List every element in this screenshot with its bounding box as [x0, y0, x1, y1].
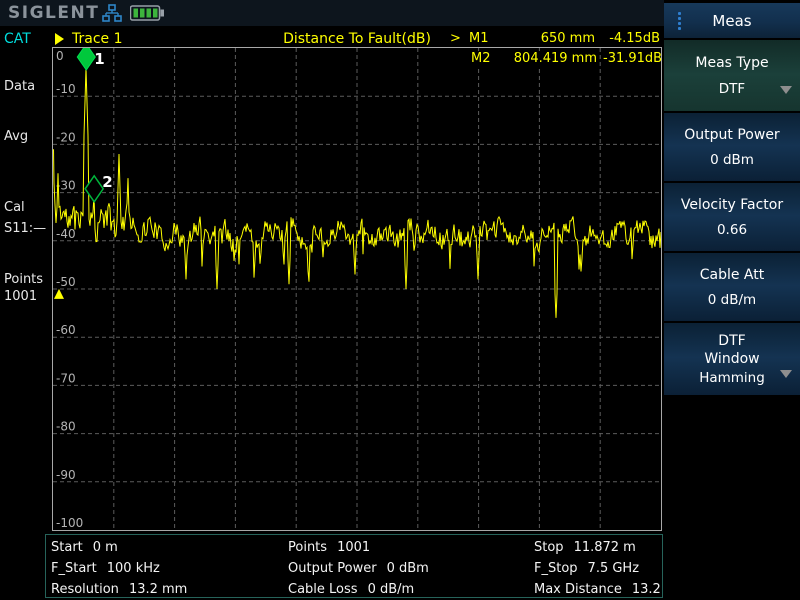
menu-item-velocity-factor[interactable]: Velocity Factor 0.66	[664, 183, 800, 251]
menu-title: Meas	[712, 12, 751, 30]
menu-item-meas-type[interactable]: Meas Type DTF	[664, 40, 800, 111]
svg-text:-90: -90	[56, 468, 76, 482]
marker1-distance: 650 mm	[510, 31, 595, 46]
menu-item-dtf-window[interactable]: DTF Window Hamming	[664, 323, 800, 395]
menu-item-cable-att[interactable]: Cable Att 0 dB/m	[664, 253, 800, 321]
status-cable-loss: Cable Loss0 dB/m	[288, 579, 429, 600]
svg-text:0: 0	[56, 49, 64, 63]
marker1-active-indicator: >	[450, 31, 461, 46]
status-max-distance: Max Distance13.2 m	[534, 579, 678, 600]
status-column-mid: Points1001 Output Power0 dBm Cable Loss0…	[288, 537, 429, 600]
dropdown-arrow-icon	[780, 86, 792, 94]
sweep-status-bar: Start0 m F_Start100 kHz Resolution13.2 m…	[45, 534, 663, 598]
status-column-stop: Stop11.872 m F_Stop7.5 GHz Max Distance1…	[534, 537, 678, 600]
sidebar-avg-label: Avg	[4, 129, 28, 144]
mode-indicator: CAT	[4, 31, 31, 47]
marker1-amplitude: -4.15dB	[600, 31, 660, 46]
svg-text:-40: -40	[56, 227, 76, 241]
status-stop: Stop11.872 m	[534, 537, 678, 558]
sidebar-s11-status: S11:—	[4, 221, 46, 236]
plot-area: 0-10-20-30-40-50-60-70-80-90-10012 M2 80…	[52, 47, 662, 531]
dtf-window-label: DTF Window	[704, 332, 759, 368]
marker1-name: M1	[469, 31, 489, 46]
brand-logo: SIGLENT	[8, 3, 99, 23]
marker-1-label: 1	[94, 50, 104, 68]
menu-header[interactable]: Meas	[664, 3, 800, 38]
svg-text:-50: -50	[56, 275, 76, 289]
status-points: Points1001	[288, 537, 429, 558]
ref-level-triangle-icon	[54, 289, 64, 299]
status-column-start: Start0 m F_Start100 kHz Resolution13.2 m…	[51, 537, 187, 600]
status-output-power: Output Power0 dBm	[288, 558, 429, 579]
svg-text:-100: -100	[56, 516, 83, 530]
svg-text:-60: -60	[56, 323, 76, 337]
menu-item-output-power[interactable]: Output Power 0 dBm	[664, 113, 800, 181]
lan-icon	[102, 4, 122, 23]
marker-2-label: 2	[102, 173, 112, 191]
status-fstart: F_Start100 kHz	[51, 558, 187, 579]
sidebar-points-label: Points	[4, 272, 43, 287]
marker2-distance: 804.419 mm	[503, 51, 598, 66]
sidebar-points-value: 1001	[4, 289, 37, 304]
svg-text:-10: -10	[56, 82, 76, 96]
status-resolution: Resolution13.2 mm	[51, 579, 187, 600]
menu-dots-icon	[678, 12, 682, 32]
dropdown-arrow-icon	[780, 370, 792, 378]
marker-2-diamond[interactable]	[85, 176, 103, 202]
analyzer-screen: SIGLENT CAT Data Avg Cal S11:— Points 10…	[0, 0, 800, 600]
sidebar-data-label: Data	[4, 79, 35, 94]
dtf-trace-chart: 0-10-20-30-40-50-60-70-80-90-10012	[53, 48, 661, 530]
svg-text:-70: -70	[56, 371, 76, 385]
sidebar-cal-label: Cal	[4, 200, 25, 215]
softkey-menu: Meas Meas Type DTF Output Power 0 dBm Ve…	[664, 0, 800, 600]
battery-icon	[130, 5, 165, 21]
svg-text:-80: -80	[56, 420, 76, 434]
marker-1-diamond[interactable]	[77, 48, 95, 70]
status-start: Start0 m	[51, 537, 187, 558]
svg-text:-20: -20	[56, 130, 76, 144]
status-fstop: F_Stop7.5 GHz	[534, 558, 678, 579]
marker2-name: M2	[470, 51, 492, 66]
marker2-amplitude: -31.91dB	[602, 51, 660, 66]
